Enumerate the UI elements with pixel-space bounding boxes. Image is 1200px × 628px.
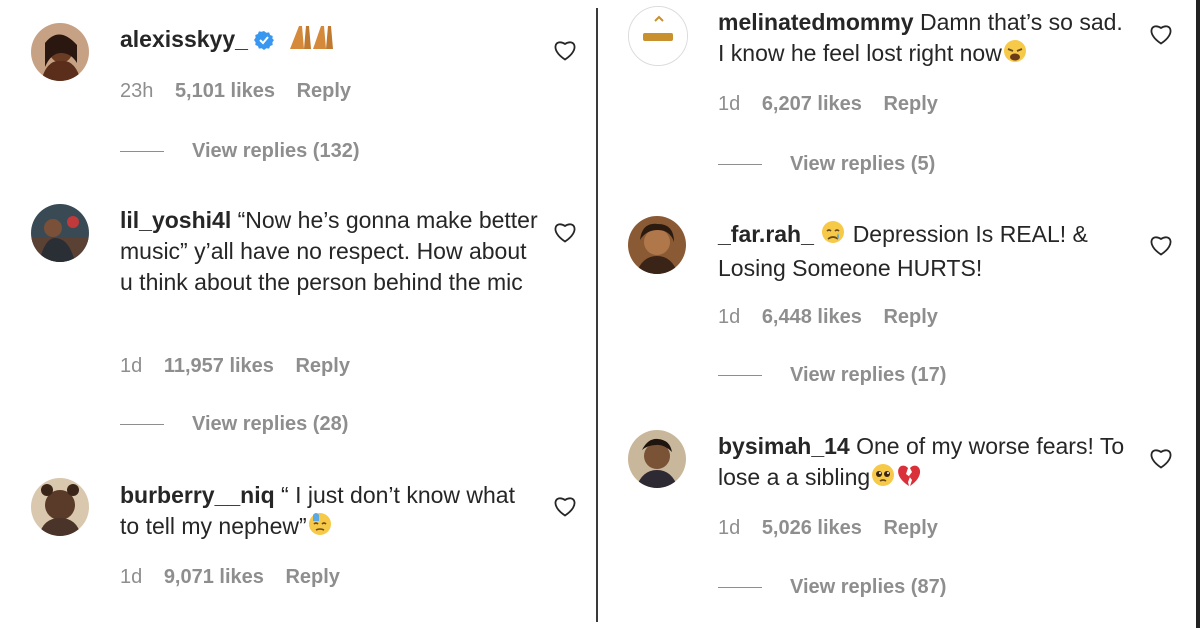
verified-badge-icon bbox=[254, 27, 275, 58]
avatar[interactable] bbox=[628, 216, 686, 274]
comment-burberry-niq: burberry__niq “ I just don’t know what t… bbox=[0, 470, 596, 620]
timestamp: 1d bbox=[718, 306, 741, 328]
reply-line bbox=[718, 375, 762, 377]
comment-alexisskyy: alexisskyy_ 23h 5,101 likes Reply View r… bbox=[0, 0, 596, 180]
weary-face-icon bbox=[1002, 38, 1028, 72]
reply-button[interactable]: Reply bbox=[297, 80, 351, 102]
reply-button[interactable]: Reply bbox=[295, 355, 349, 377]
timestamp: 23h bbox=[120, 80, 154, 102]
pleading-face-icon bbox=[870, 462, 896, 496]
username[interactable]: alexisskyy_ bbox=[120, 26, 248, 52]
folded-hands-icon bbox=[287, 24, 335, 58]
avatar[interactable] bbox=[628, 6, 688, 66]
avatar[interactable] bbox=[628, 430, 686, 488]
heart-icon[interactable] bbox=[1149, 23, 1173, 45]
heart-icon[interactable] bbox=[553, 39, 577, 61]
reply-button[interactable]: Reply bbox=[883, 306, 937, 328]
username[interactable]: lil_yoshi4l bbox=[120, 207, 231, 233]
likes-count[interactable]: 5,026 likes bbox=[762, 517, 862, 539]
reply-line bbox=[120, 424, 164, 426]
view-replies-button[interactable]: View replies (28) bbox=[120, 413, 348, 436]
view-replies-button[interactable]: View replies (132) bbox=[120, 140, 360, 163]
username[interactable]: bysimah_14 bbox=[718, 433, 850, 459]
comment-far-rah: _far.rah_ Depression Is REAL! & Losing S… bbox=[598, 210, 1196, 410]
view-replies-button[interactable]: View replies (5) bbox=[718, 153, 935, 176]
edge-border bbox=[1196, 0, 1200, 628]
avatar[interactable] bbox=[31, 204, 89, 262]
username[interactable]: burberry__niq bbox=[120, 482, 275, 508]
timestamp: 1d bbox=[718, 93, 741, 115]
timestamp: 1d bbox=[718, 517, 741, 539]
username[interactable]: _far.rah_ bbox=[718, 221, 814, 247]
likes-count[interactable]: 6,207 likes bbox=[762, 93, 862, 115]
timestamp: 1d bbox=[120, 566, 143, 588]
heart-icon[interactable] bbox=[1149, 234, 1173, 256]
heart-icon[interactable] bbox=[553, 221, 577, 243]
downcast-sweat-icon bbox=[307, 511, 333, 545]
heart-icon[interactable] bbox=[1149, 447, 1173, 469]
avatar[interactable] bbox=[31, 478, 89, 536]
likes-count[interactable]: 11,957 likes bbox=[164, 355, 274, 377]
username[interactable]: melinatedmommy bbox=[718, 9, 914, 35]
likes-count[interactable]: 9,071 likes bbox=[164, 566, 264, 588]
reply-line bbox=[120, 151, 164, 153]
reply-line bbox=[718, 164, 762, 166]
comment-bysimah-14: bysimah_14 One of my worse fears! To los… bbox=[598, 424, 1196, 624]
comment-melinatedmommy: melinatedmommy Damn that’s so sad. I kno… bbox=[598, 0, 1196, 190]
reply-button[interactable]: Reply bbox=[883, 93, 937, 115]
comment-lil-yoshi4l: lil_yoshi4l “Now he’s gonna make better … bbox=[0, 190, 596, 450]
broken-heart-icon bbox=[896, 462, 922, 496]
heart-icon[interactable] bbox=[553, 495, 577, 517]
reply-line bbox=[718, 587, 762, 589]
view-replies-button[interactable]: View replies (87) bbox=[718, 576, 946, 599]
reply-button[interactable]: Reply bbox=[883, 517, 937, 539]
likes-count[interactable]: 6,448 likes bbox=[762, 306, 862, 328]
reply-button[interactable]: Reply bbox=[285, 566, 339, 588]
likes-count[interactable]: 5,101 likes bbox=[175, 80, 275, 102]
crying-face-icon bbox=[820, 219, 846, 253]
avatar[interactable] bbox=[31, 23, 89, 81]
timestamp: 1d bbox=[120, 355, 143, 377]
view-replies-button[interactable]: View replies (17) bbox=[718, 364, 946, 387]
